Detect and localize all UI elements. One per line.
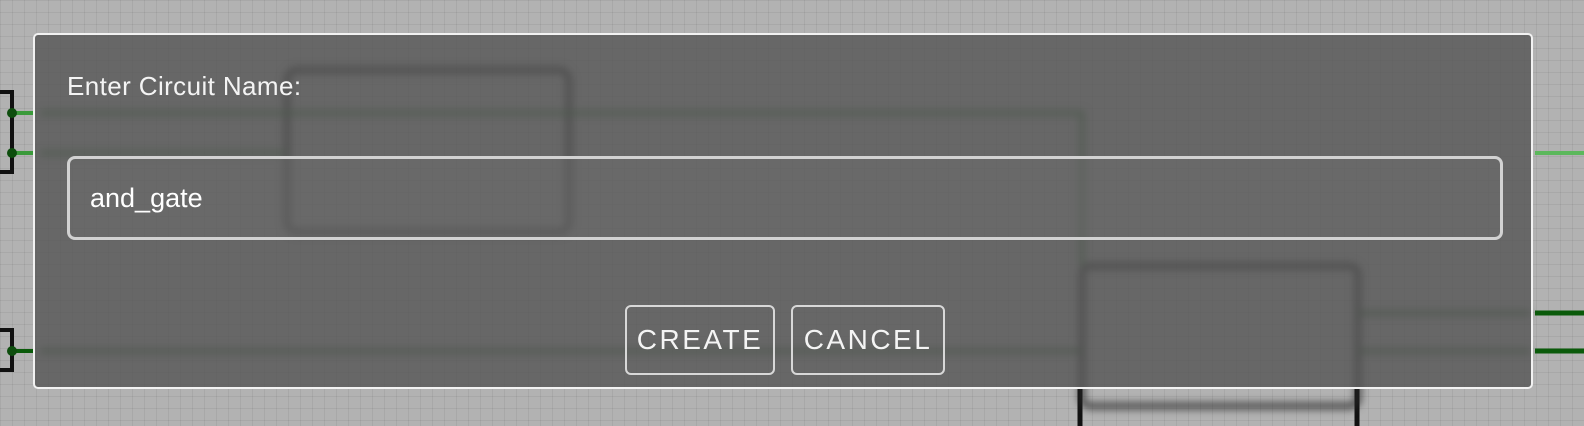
circuit-name-dialog: Enter Circuit Name: CREATE CANCEL [33, 33, 1533, 389]
dialog-title: Enter Circuit Name: [67, 71, 302, 101]
circuit-name-input[interactable] [67, 156, 1503, 240]
create-button[interactable]: CREATE [625, 305, 775, 375]
cancel-button[interactable]: CANCEL [791, 305, 945, 375]
